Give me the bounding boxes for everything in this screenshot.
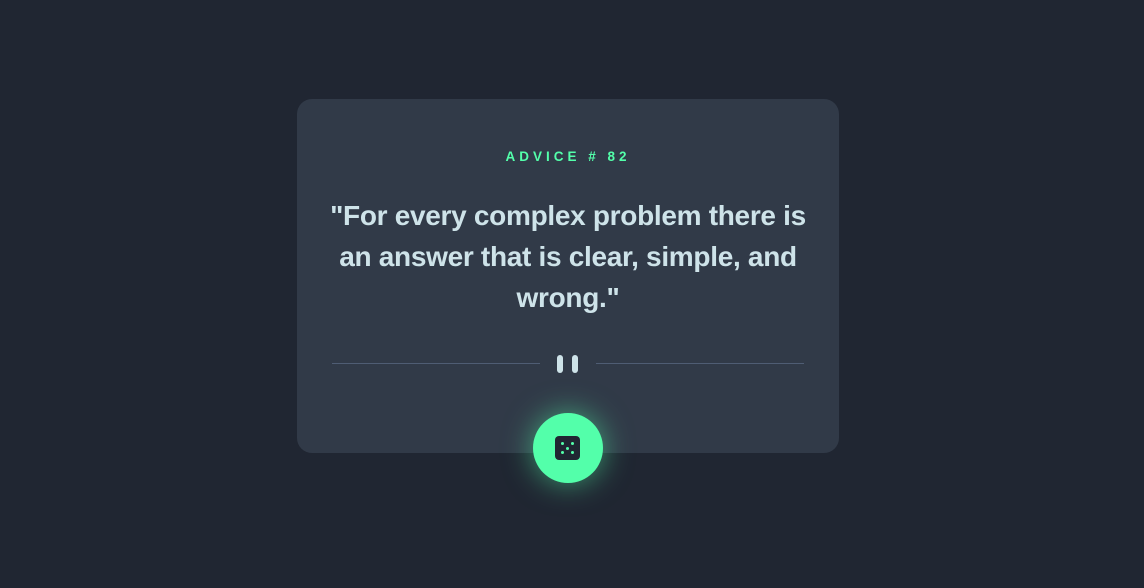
advice-card: ADVICE # 82 "For every complex problem t… (297, 99, 839, 453)
generate-advice-button[interactable] (533, 413, 603, 483)
advice-quote: "For every complex problem there is an a… (330, 200, 806, 313)
pause-icon (557, 355, 579, 373)
divider-line-left (332, 363, 540, 364)
divider-line-right (596, 363, 804, 364)
advice-number: ADVICE # 82 (505, 149, 631, 164)
pattern-divider (332, 353, 804, 375)
dice-icon (555, 436, 580, 460)
